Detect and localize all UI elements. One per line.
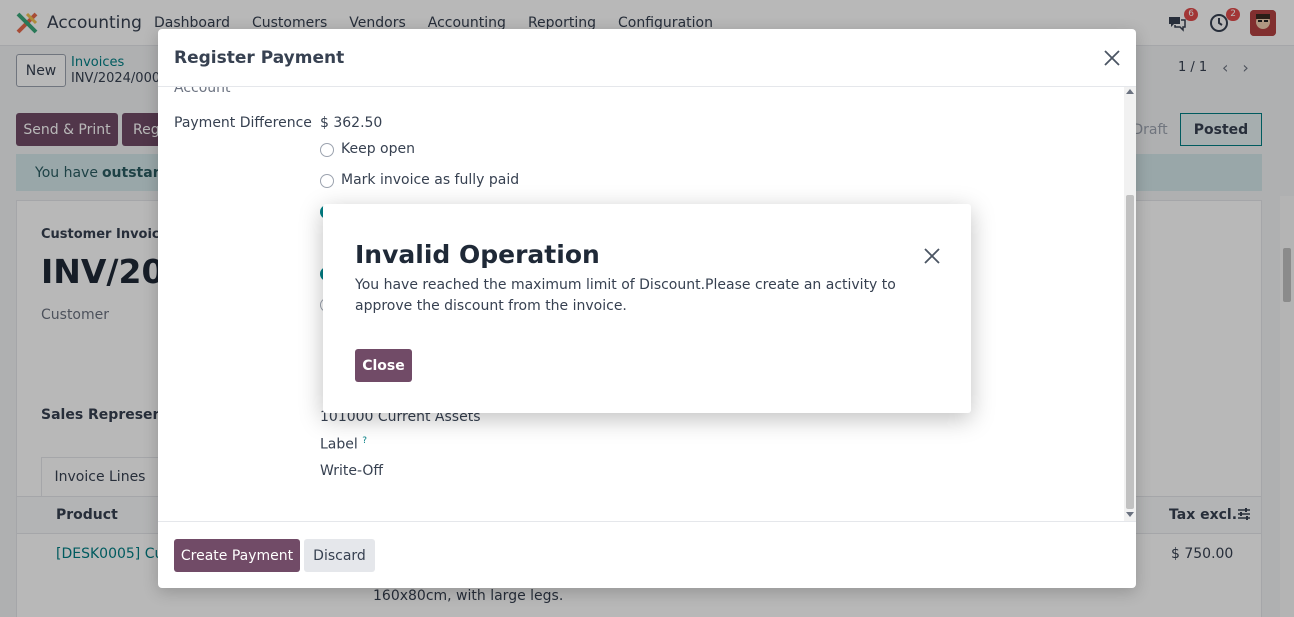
option-mark-fully-paid[interactable]: Mark invoice as fully paid	[341, 172, 519, 188]
label-field-value[interactable]: Write-Off	[320, 463, 383, 479]
discard-button[interactable]: Discard	[304, 539, 375, 572]
dialog-footer-divider	[158, 521, 1136, 522]
create-payment-button[interactable]: Create Payment	[174, 539, 300, 572]
radio-keep-open[interactable]	[320, 143, 334, 157]
invalid-operation-title: Invalid Operation	[355, 240, 600, 269]
register-payment-title: Register Payment	[174, 48, 345, 68]
dialog-scroll-thumb[interactable]	[1126, 195, 1134, 509]
scroll-down-icon[interactable]	[1126, 512, 1134, 517]
invalid-operation-dialog: Invalid Operation You have reached the m…	[323, 204, 971, 413]
invalid-operation-close-icon[interactable]	[922, 246, 942, 266]
label-tooltip-icon[interactable]: ?	[362, 436, 367, 446]
dialog-scrollbar[interactable]	[1124, 87, 1136, 521]
account-label: Account	[174, 87, 231, 96]
option-keep-open[interactable]: Keep open	[341, 141, 415, 157]
payment-difference-label: Payment Difference	[174, 115, 312, 131]
radio-mark-fully-paid[interactable]	[320, 174, 334, 188]
register-payment-close-icon[interactable]	[1102, 48, 1122, 68]
scroll-up-icon[interactable]	[1126, 89, 1134, 94]
label-field-label: Label ?	[320, 436, 367, 453]
payment-difference-value: $ 362.50	[320, 115, 383, 131]
label-field-text: Label	[320, 436, 358, 453]
close-button[interactable]: Close	[355, 349, 412, 382]
invalid-operation-message: You have reached the maximum limit of Di…	[355, 277, 896, 314]
